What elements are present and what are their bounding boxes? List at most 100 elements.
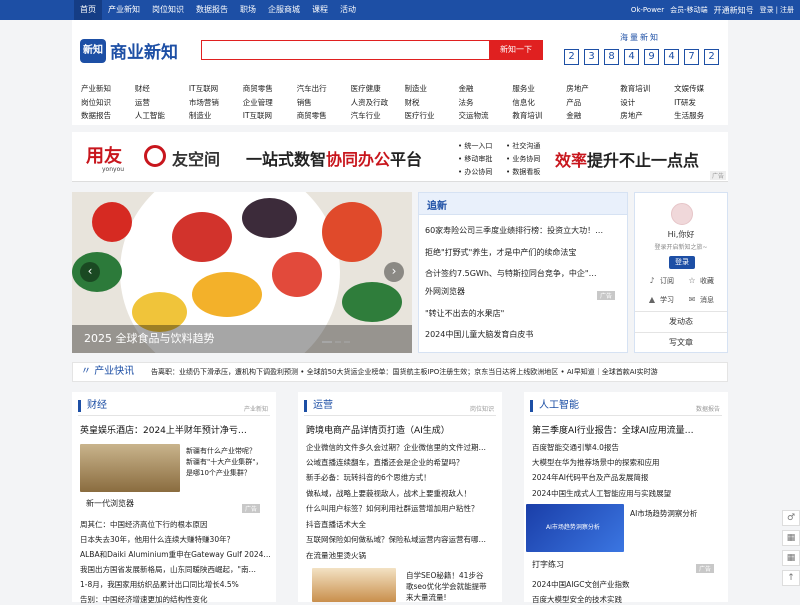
hero-carousel[interactable]: ‹ › 2025 全球食品与饮料趋势 [72,192,412,353]
article-link[interactable]: 周其仁：中国经济高位下行的根本原因 [80,519,270,530]
member-mobile-link[interactable]: 会员-移动端 [670,5,708,15]
avatar[interactable] [671,203,693,225]
message-action[interactable]: ✉ 消息 [687,295,714,305]
thumb-caption[interactable]: 打字练习 [532,559,722,570]
nav-job-knowledge[interactable]: 岗位知识 [146,0,190,20]
article-link[interactable]: 抖音直播话术大全 [306,519,496,530]
post-update-link[interactable]: 发动态 [635,311,727,331]
category-link[interactable]: IT互联网 [243,109,297,123]
carousel-caption[interactable]: 2025 全球食品与饮料趋势 [72,325,412,353]
login-link[interactable]: 登录 [760,5,774,15]
ok-power-link[interactable]: Ok-Power [631,6,664,14]
login-button[interactable]: 登录 [669,256,695,269]
promo-thumbnail[interactable] [312,568,396,602]
carousel-prev-button[interactable]: ‹ [80,262,100,282]
nav-industry[interactable]: 产业新知 [102,0,146,20]
column-more-link[interactable]: 产业新知 [244,404,268,413]
qrcode-icon[interactable]: ▦ [782,550,800,566]
category-link[interactable]: 数据报告 [81,109,135,123]
qrcode-icon[interactable]: ▦ [782,530,800,546]
category-link[interactable]: 金融 [458,82,512,96]
site-logo[interactable]: 新知 商业新知 [80,38,178,63]
category-link[interactable]: 医疗健康 [351,82,405,96]
article-link[interactable]: 日本失去30年，他用什么连续大赚特赚30年？ [80,534,270,545]
article-link[interactable]: 企业微信的文件多久会过期？企业微信里的文件过期… [306,442,496,453]
search-input[interactable] [202,41,482,59]
ticker-text[interactable]: 告离职：业绩仍下滑承压，遭机构下调盈利预测 • 全球前50大货运企业榜单：国货航… [151,363,725,381]
category-link[interactable]: 制造业 [405,82,459,96]
category-link[interactable]: 财经 [135,82,189,96]
article-link[interactable]: 互联网保险如何做私域？保险私域运营内容运营有哪… [306,534,496,545]
register-link[interactable]: 注册 [780,5,794,15]
category-link[interactable]: 财税 [405,96,459,110]
nav-mall[interactable]: 企服商城 [262,0,306,20]
write-article-link[interactable]: 写文章 [635,332,727,352]
category-link[interactable]: 信息化 [512,96,566,110]
article-link[interactable]: 公域直播连续翻车，直播还会是企业的希望吗？ [306,457,496,468]
category-link[interactable]: 教育培训 [512,109,566,123]
nav-reports[interactable]: 数据报告 [190,0,234,20]
learn-action[interactable]: ▲ 学习 [647,295,674,305]
article-link[interactable]: ALBA和Daiki Aluminium重申在Gateway Gulf 2024… [80,549,270,560]
category-link[interactable]: 设计 [620,96,674,110]
article-thumbnail[interactable] [80,444,180,492]
article-link[interactable]: 百度智能交通引擎4.0报告 [532,442,722,453]
category-link[interactable]: 制造业 [189,109,243,123]
article-link[interactable]: 新手必备：玩转抖音的6个思维方式！ [306,472,496,483]
nav-home[interactable]: 首页 [74,0,102,20]
category-link[interactable]: 岗位知识 [81,96,135,110]
lead-article[interactable]: 跨境电商产品详情页打造（AI生成） [306,423,496,436]
article-link[interactable]: 2024中国AIGC文创产业指数 [532,579,722,590]
category-link[interactable]: 产业新知 [81,82,135,96]
category-link[interactable]: 汽车行业 [351,109,405,123]
category-link[interactable]: 文娱传媒 [674,82,728,96]
lead-article[interactable]: 第三季度AI行业报告：全球AI应用流量… [532,423,722,436]
news-link[interactable]: 外网浏览器 [425,286,621,297]
news-link[interactable]: 2024中国儿童大脑发育白皮书 [425,329,621,340]
column-title[interactable]: 人工智能 [530,400,579,412]
category-link[interactable]: 房地产 [620,109,674,123]
report-title[interactable]: AI市场趋势洞察分析 [630,508,722,519]
column-more-link[interactable]: 岗位知识 [470,404,494,413]
report-thumbnail[interactable]: AI市场趋势洞察分析 [526,504,624,552]
column-title[interactable]: 运营 [304,400,333,412]
article-link[interactable]: 做私域，战略上要藐视敌人，战术上要重视敌人！ [306,488,496,499]
category-link[interactable]: 市场营销 [189,96,243,110]
nav-courses[interactable]: 课程 [306,0,334,20]
article-link[interactable]: 我国出方国省发展新格局，山东同暖陕西崛起，"南… [80,564,270,575]
category-link[interactable]: 商贸零售 [297,109,351,123]
nav-workplace[interactable]: 职场 [234,0,262,20]
back-to-top-icon[interactable]: ↑ [782,570,800,586]
category-link[interactable]: 房地产 [566,82,620,96]
promo-text[interactable]: 来大量流量! [406,592,496,603]
category-link[interactable]: 人工智能 [135,109,189,123]
open-account-link[interactable]: 开通新知号 [714,5,754,16]
news-link[interactable]: 拒绝"打野式"养生，才是中产们的续命法宝 [425,247,621,258]
category-link[interactable]: IT互联网 [189,82,243,96]
category-link[interactable]: 生活服务 [674,109,728,123]
category-link[interactable]: 汽车出行 [297,82,351,96]
category-link[interactable]: 企业管理 [243,96,297,110]
category-link[interactable]: 交运物流 [458,109,512,123]
favorite-action[interactable]: ☆ 收藏 [687,276,714,286]
category-link[interactable]: 服务业 [512,82,566,96]
banner-ad[interactable]: 用友 yonyou 友空间 一站式数智协同办公平台 • 统一入口 • 社交沟通 •… [72,132,728,182]
news-link[interactable]: 60家寿险公司三季度业绩排行榜：投资立大功！… [425,225,621,236]
category-link[interactable]: 法务 [458,96,512,110]
category-link[interactable]: 产品 [566,96,620,110]
category-link[interactable]: 金融 [566,109,620,123]
category-link[interactable]: 销售 [297,96,351,110]
promo-text[interactable]: 自学SEO秘籍！41步谷 [406,570,496,581]
category-link[interactable]: 医疗行业 [405,109,459,123]
category-link[interactable]: 教育培训 [620,82,674,96]
category-link[interactable]: 运营 [135,96,189,110]
column-more-link[interactable]: 数据报告 [696,404,720,413]
carousel-next-button[interactable]: › [384,262,404,282]
lead-article[interactable]: 英皇娱乐酒店：2024上半财年预计净亏… [80,423,270,436]
news-link[interactable]: 合计签约7.5GWh、与特斯拉同台竞争，中企"… [425,268,621,279]
category-link[interactable]: 人资及行政 [351,96,405,110]
column-title[interactable]: 财经 [78,400,107,412]
promo-text[interactable]: 歌seo优化学会就能提带 [406,581,496,592]
category-link[interactable]: IT研发 [674,96,728,110]
search-button[interactable]: 新知一下 [489,40,543,60]
